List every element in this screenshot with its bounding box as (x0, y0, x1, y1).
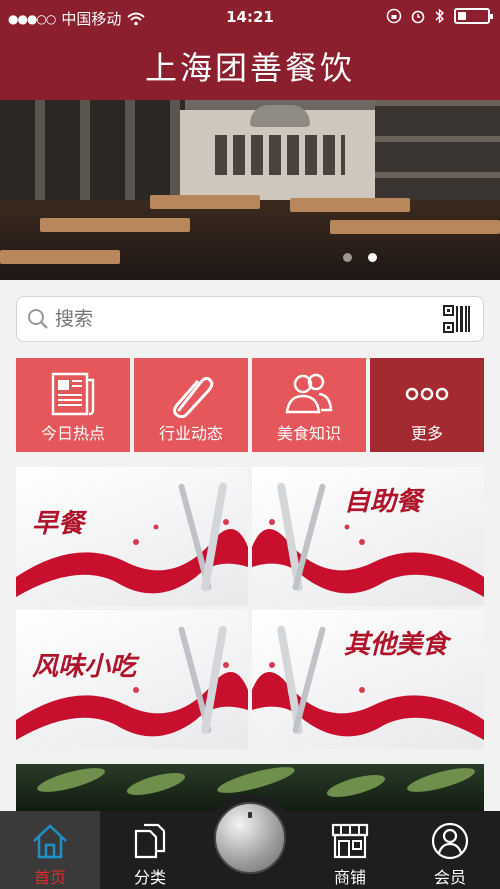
banner-carousel[interactable] (0, 100, 500, 280)
search-input[interactable] (55, 302, 435, 336)
home-icon (33, 824, 67, 859)
bluetooth-icon (435, 8, 445, 24)
leaf-shape (35, 764, 107, 797)
tab-label: 会员 (433, 868, 466, 887)
title-bar: 上海团善餐饮 (0, 36, 500, 100)
status-bar: ●●●○○ 中国移动 14:21 (0, 0, 500, 36)
food-category-grid: 早餐 自助餐 风味小吃 其他美食 (16, 467, 484, 749)
carousel-dot-active[interactable] (368, 253, 377, 262)
tile-label: 早餐 (32, 509, 85, 539)
tab-category[interactable]: 分类 (100, 811, 200, 889)
leaf-shape (124, 768, 188, 800)
banner-chandelier (250, 105, 310, 127)
category-label: 今日热点 (40, 424, 105, 443)
tile-label: 其他美食 (344, 630, 449, 660)
category-row: 今日热点 行业动态 美食知识 更多 (16, 358, 484, 452)
shop-icon (331, 823, 369, 859)
documents-icon (134, 823, 166, 859)
banner-table (40, 218, 190, 232)
tile-other-food[interactable]: 其他美食 (252, 610, 484, 749)
banner-floor (0, 200, 500, 280)
more-dots-icon (405, 387, 449, 401)
banner-table (150, 195, 260, 209)
tile-label: 自助餐 (344, 487, 423, 517)
banner-table (290, 198, 410, 212)
search-bar[interactable] (16, 296, 484, 342)
tile-buffet[interactable]: 自助餐 (252, 467, 484, 606)
category-button-food-knowledge[interactable]: 美食知识 (252, 358, 366, 452)
banner-table (0, 250, 120, 264)
orientation-lock-icon (386, 8, 402, 24)
search-icon (28, 309, 48, 329)
tab-shop[interactable]: 商铺 (300, 811, 400, 889)
tile-label: 风味小吃 (32, 652, 137, 682)
category-button-industry[interactable]: 行业动态 (134, 358, 248, 452)
tab-label: 分类 (133, 868, 166, 887)
alarm-icon (411, 10, 425, 24)
banner-frames (215, 135, 345, 175)
member-icon (431, 822, 469, 860)
page-title: 上海团善餐饮 (144, 49, 355, 87)
category-button-more[interactable]: 更多 (370, 358, 484, 452)
center-dial-button[interactable] (206, 794, 294, 882)
tab-member[interactable]: 会员 (400, 811, 500, 889)
category-label: 更多 (410, 424, 443, 443)
leaf-shape (405, 764, 477, 797)
status-right (386, 8, 493, 24)
category-button-hot[interactable]: 今日热点 (16, 358, 130, 452)
battery-icon (454, 8, 493, 24)
category-label: 行业动态 (158, 424, 223, 443)
tile-breakfast[interactable]: 早餐 (16, 467, 248, 606)
users-icon (285, 373, 333, 414)
dial-notch (248, 812, 252, 818)
tab-home[interactable]: 首页 (0, 811, 100, 889)
tab-label: 商铺 (333, 868, 366, 887)
newspaper-icon (51, 372, 95, 416)
tile-snacks[interactable]: 风味小吃 (16, 610, 248, 749)
carousel-dot[interactable] (343, 253, 352, 262)
paperclip-icon (173, 376, 214, 418)
qr-code-icon[interactable] (443, 305, 471, 333)
tab-label: 首页 (33, 868, 66, 887)
category-label: 美食知识 (276, 424, 341, 443)
banner-table (330, 220, 500, 234)
leaf-shape (324, 770, 388, 802)
leaf-shape (215, 764, 297, 799)
